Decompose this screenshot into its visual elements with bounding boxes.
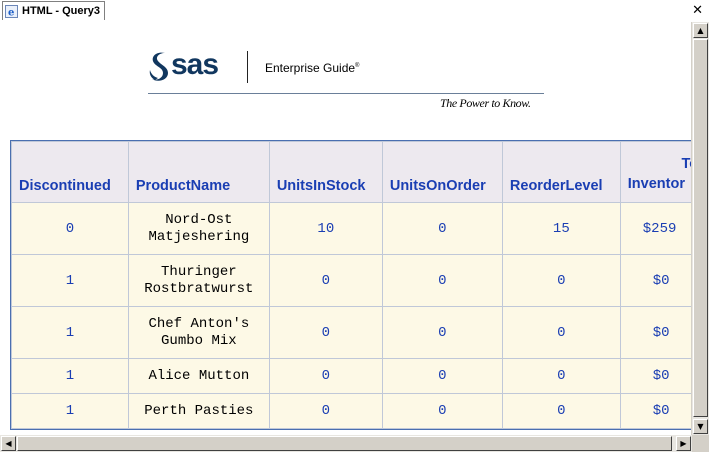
svg-text:e: e — [8, 7, 14, 18]
col-header-total-inventory[interactable]: Tot Inventor — [620, 142, 692, 202]
cell-productname: Chef Anton's Gumbo Mix — [128, 307, 269, 358]
table-row: 0 Nord-Ost Matjeshering 10 0 15 $259 — [12, 203, 692, 254]
cell-unitsonorder: 0 — [382, 203, 502, 254]
ie-document-icon: e — [5, 4, 18, 18]
cell-unitsinstock: 0 — [269, 359, 382, 393]
logo-rule — [148, 93, 544, 94]
table-row: 1 Perth Pasties 0 0 0 $0 — [12, 394, 692, 428]
cell-discontinued: 1 — [12, 359, 128, 393]
sas-swirl-icon — [149, 52, 168, 81]
cell-discontinued: 0 — [12, 203, 128, 254]
cell-total-inventory: $0 — [620, 359, 692, 393]
vertical-scrollbar[interactable]: ▲ ▼ — [691, 22, 709, 435]
cell-productname: Thuringer Rostbratwurst — [128, 255, 269, 306]
results-table-frame: Discontinued ProductName UnitsInStock Un… — [10, 140, 692, 430]
cell-total-inventory: $0 — [620, 307, 692, 358]
tab-label: HTML - Query3 — [22, 5, 101, 17]
close-icon[interactable]: ✕ — [692, 3, 703, 18]
cell-discontinued: 1 — [12, 255, 128, 306]
cell-productname: Nord-Ost Matjeshering — [128, 203, 269, 254]
sas-enterprise-guide-logo: sas Enterprise Guide® The Power to Know. — [148, 48, 546, 112]
table-row: 1 Thuringer Rostbratwurst 0 0 0 $0 — [12, 255, 692, 306]
scroll-up-icon[interactable]: ▲ — [693, 23, 708, 38]
tab-html-query3[interactable]: e HTML - Query3 — [2, 1, 106, 20]
cell-unitsinstock: 0 — [269, 255, 382, 306]
cell-productname: Alice Mutton — [128, 359, 269, 393]
col-header-unitsonorder[interactable]: UnitsOnOrder — [382, 142, 502, 202]
cell-unitsonorder: 0 — [382, 359, 502, 393]
col-header-discontinued[interactable]: Discontinued — [12, 142, 128, 202]
cell-reorderlevel: 0 — [502, 255, 620, 306]
cell-reorderlevel: 15 — [502, 203, 620, 254]
product-name: Enterprise Guide® — [265, 61, 360, 75]
cell-unitsonorder: 0 — [382, 255, 502, 306]
logo-divider — [247, 51, 248, 83]
cell-discontinued: 1 — [12, 394, 128, 428]
cell-unitsinstock: 0 — [269, 394, 382, 428]
results-table: Discontinued ProductName UnitsInStock Un… — [11, 141, 692, 429]
cell-reorderlevel: 0 — [502, 394, 620, 428]
document-tab-strip: e HTML - Query3 ✕ — [0, 0, 709, 23]
cell-unitsinstock: 0 — [269, 307, 382, 358]
table-row: 1 Chef Anton's Gumbo Mix 0 0 0 $0 — [12, 307, 692, 358]
cell-discontinued: 1 — [12, 307, 128, 358]
scroll-left-icon[interactable]: ◀ — [1, 436, 16, 451]
sas-wordmark: sas — [171, 48, 219, 81]
scrollbar-corner — [692, 435, 709, 452]
cell-reorderlevel: 0 — [502, 359, 620, 393]
cell-unitsinstock: 10 — [269, 203, 382, 254]
horizontal-scrollbar[interactable]: ◀ ▶ — [0, 435, 692, 452]
col-header-unitsinstock[interactable]: UnitsInStock — [269, 142, 382, 202]
header-row: Discontinued ProductName UnitsInStock Un… — [12, 142, 692, 202]
cell-total-inventory: $0 — [620, 394, 692, 428]
horizontal-scroll-thumb[interactable] — [17, 436, 672, 451]
tagline: The Power to Know. — [440, 96, 531, 110]
cell-reorderlevel: 0 — [502, 307, 620, 358]
vertical-scroll-thumb[interactable] — [693, 39, 708, 417]
scroll-right-icon[interactable]: ▶ — [676, 436, 691, 451]
scroll-down-icon[interactable]: ▼ — [693, 419, 708, 434]
cell-total-inventory: $0 — [620, 255, 692, 306]
cell-unitsonorder: 0 — [382, 394, 502, 428]
col-header-reorderlevel[interactable]: ReorderLevel — [502, 142, 620, 202]
table-row: 1 Alice Mutton 0 0 0 $0 — [12, 359, 692, 393]
cell-total-inventory: $259 — [620, 203, 692, 254]
cell-productname: Perth Pasties — [128, 394, 269, 428]
cell-unitsonorder: 0 — [382, 307, 502, 358]
html-result-viewer: sas Enterprise Guide® The Power to Know.… — [0, 22, 692, 435]
col-header-productname[interactable]: ProductName — [128, 142, 269, 202]
